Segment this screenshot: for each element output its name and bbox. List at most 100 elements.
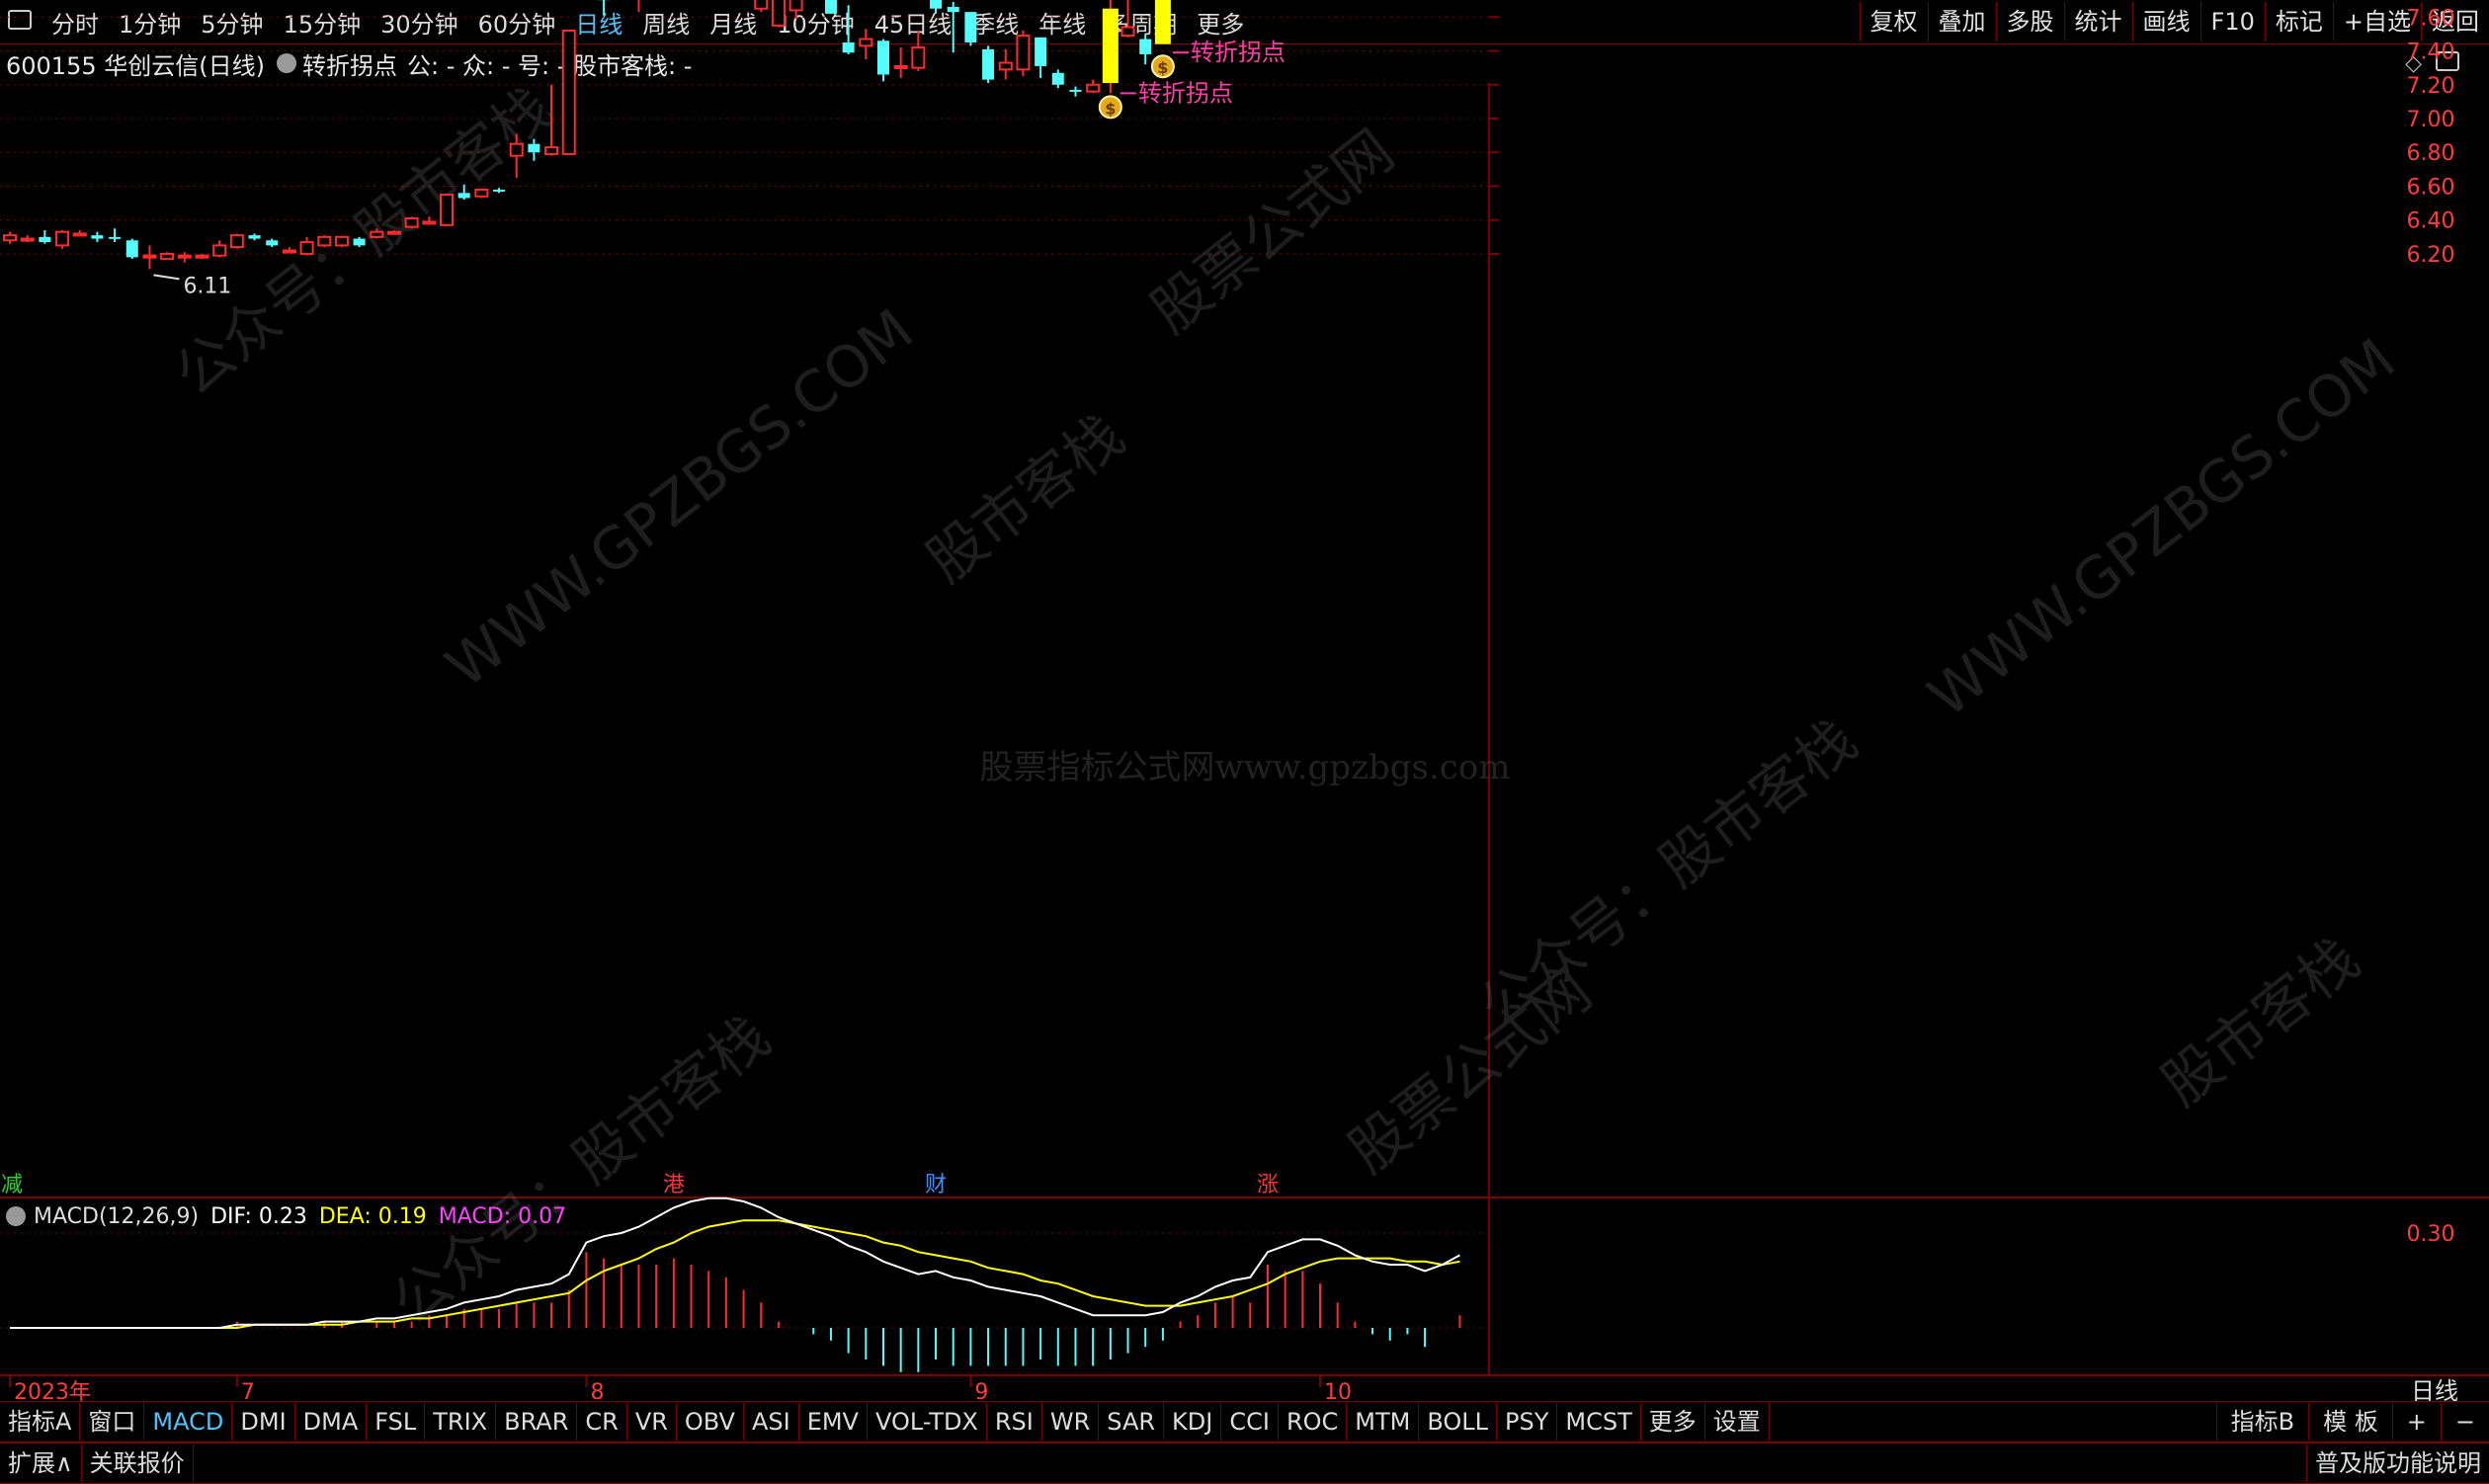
candle xyxy=(790,0,802,19)
candle xyxy=(56,230,68,249)
candle-body xyxy=(371,232,382,237)
indicator-tab[interactable]: 设置 xyxy=(1705,1403,1770,1441)
candle-body xyxy=(301,242,313,254)
indicator-side-button[interactable]: + xyxy=(2392,1403,2441,1441)
macd-legend: MACD(12,26,9) DIF: 0.23 DEA: 0.19 MACD: … xyxy=(0,1201,566,1231)
candle-body xyxy=(161,254,173,259)
macd-value: MACD: 0.07 xyxy=(439,1204,566,1229)
candle-body xyxy=(1069,90,1081,92)
candle-body xyxy=(773,0,785,26)
candle-body xyxy=(109,237,121,239)
candle xyxy=(1052,69,1064,88)
candle-body xyxy=(563,31,575,154)
candle-body xyxy=(860,40,871,46)
candle xyxy=(161,252,173,259)
related-quote-button[interactable]: 关联报价 xyxy=(82,1444,194,1482)
indicator-tab[interactable]: FSL xyxy=(367,1403,425,1441)
indicator-tab[interactable]: BRAR xyxy=(496,1403,577,1441)
indicator-tab[interactable]: MCST xyxy=(1557,1403,1640,1441)
candle-body xyxy=(912,47,924,68)
watermark-diagonal: 公众号：股市客栈 xyxy=(379,1003,783,1338)
macd-settings-icon[interactable] xyxy=(6,1206,26,1226)
min-price-label: 6.11 xyxy=(183,274,231,298)
price-axis-label: 6.60 xyxy=(2407,175,2455,200)
indicator-tab[interactable]: MTM xyxy=(1347,1403,1419,1441)
macd-dea: DEA: 0.19 xyxy=(319,1204,427,1229)
indicator-tab[interactable]: ASI xyxy=(744,1403,799,1441)
candle xyxy=(912,31,924,71)
candle-body xyxy=(1035,38,1046,66)
indicator-tab[interactable]: SAR xyxy=(1099,1403,1164,1441)
indicator-tab[interactable]: RSI xyxy=(987,1403,1042,1441)
indicator-tab[interactable]: WR xyxy=(1042,1403,1099,1441)
candle-body xyxy=(755,0,767,9)
indicator-side-button[interactable]: − xyxy=(2441,1403,2489,1441)
candle xyxy=(982,45,994,83)
candle xyxy=(877,40,889,82)
indicator-tab[interactable]: CR xyxy=(577,1403,626,1441)
candle-body xyxy=(948,7,959,12)
price-axis-label: 6.80 xyxy=(2407,141,2455,166)
indicator-tab[interactable]: DMI xyxy=(232,1403,294,1441)
indicator-tab[interactable]: TRIX xyxy=(425,1403,496,1441)
candle xyxy=(213,240,225,257)
candle-body xyxy=(982,49,994,80)
candle xyxy=(964,12,976,45)
candle xyxy=(1087,80,1099,94)
price-axis-label: 7.60 xyxy=(2407,6,2455,31)
candle-body xyxy=(1087,85,1099,92)
candle-body xyxy=(126,240,138,257)
signal-label: 转折拐点 xyxy=(1191,39,1286,66)
candle-body xyxy=(22,239,34,241)
indicator-tab[interactable]: 指标A xyxy=(0,1403,80,1441)
watermark-diagonal: 股票公式网 xyxy=(1138,117,1405,346)
indicator-tab[interactable]: CCI xyxy=(1221,1403,1279,1441)
candle xyxy=(1103,0,1119,93)
indicator-tab[interactable]: BOLL xyxy=(1419,1403,1497,1441)
kline-chart[interactable]: 9.209.008.808.608.408.208.007.807.607.40… xyxy=(0,0,2489,1401)
indicator-tab[interactable]: VOL-TDX xyxy=(868,1403,987,1441)
date-label: 2023年 xyxy=(14,1380,91,1401)
candle xyxy=(493,188,505,193)
candle xyxy=(1069,86,1081,96)
indicator-tab[interactable]: OBV xyxy=(677,1403,744,1441)
feature-help-link[interactable]: 普及版功能说明 xyxy=(2306,1444,2489,1482)
candle-body xyxy=(74,233,86,235)
indicator-side-button[interactable]: 模 板 xyxy=(2308,1403,2392,1441)
candle xyxy=(22,235,34,242)
indicator-tab[interactable]: MACD xyxy=(144,1403,232,1441)
indicator-tab[interactable]: EMV xyxy=(799,1403,868,1441)
macd-name[interactable]: MACD(12,26,9) xyxy=(34,1204,199,1229)
price-axis-label: 7.00 xyxy=(2407,108,2455,132)
candle-body xyxy=(1122,28,1134,37)
candle xyxy=(825,0,837,14)
candle-body xyxy=(213,245,225,255)
candle xyxy=(895,47,907,78)
indicator-tab[interactable]: PSY xyxy=(1497,1403,1557,1441)
bottom-bar: 扩展∧ 关联报价 普及版功能说明 xyxy=(0,1443,2489,1484)
candle xyxy=(1017,31,1029,76)
signal-marker: $转折拐点 xyxy=(1100,79,1233,118)
indicator-tab[interactable]: DMA xyxy=(295,1403,368,1441)
date-label: 8 xyxy=(590,1380,604,1401)
indicator-tab[interactable]: 窗口 xyxy=(80,1403,144,1441)
candle xyxy=(231,233,243,248)
candle-body xyxy=(284,251,295,253)
candle-body xyxy=(930,0,942,9)
candle-body xyxy=(458,193,470,198)
expand-button[interactable]: 扩展∧ xyxy=(0,1444,82,1482)
candle-body xyxy=(964,12,976,42)
candle-body xyxy=(249,235,261,238)
price-axis-label: 7.20 xyxy=(2407,74,2455,99)
candle-body xyxy=(441,195,453,225)
indicator-tab[interactable]: VR xyxy=(627,1403,677,1441)
indicator-side-button[interactable]: 指标B xyxy=(2216,1403,2308,1441)
indicator-tab[interactable]: 更多 xyxy=(1641,1403,1705,1441)
indicator-tab[interactable]: KDJ xyxy=(1164,1403,1221,1441)
indicator-tab[interactable]: ROC xyxy=(1279,1403,1347,1441)
event-mark: 涨 xyxy=(1257,1173,1279,1197)
candle xyxy=(598,0,610,16)
candle xyxy=(74,230,86,235)
watermark-diagonal: 股市客栈 xyxy=(914,401,1136,595)
candle xyxy=(441,195,453,225)
